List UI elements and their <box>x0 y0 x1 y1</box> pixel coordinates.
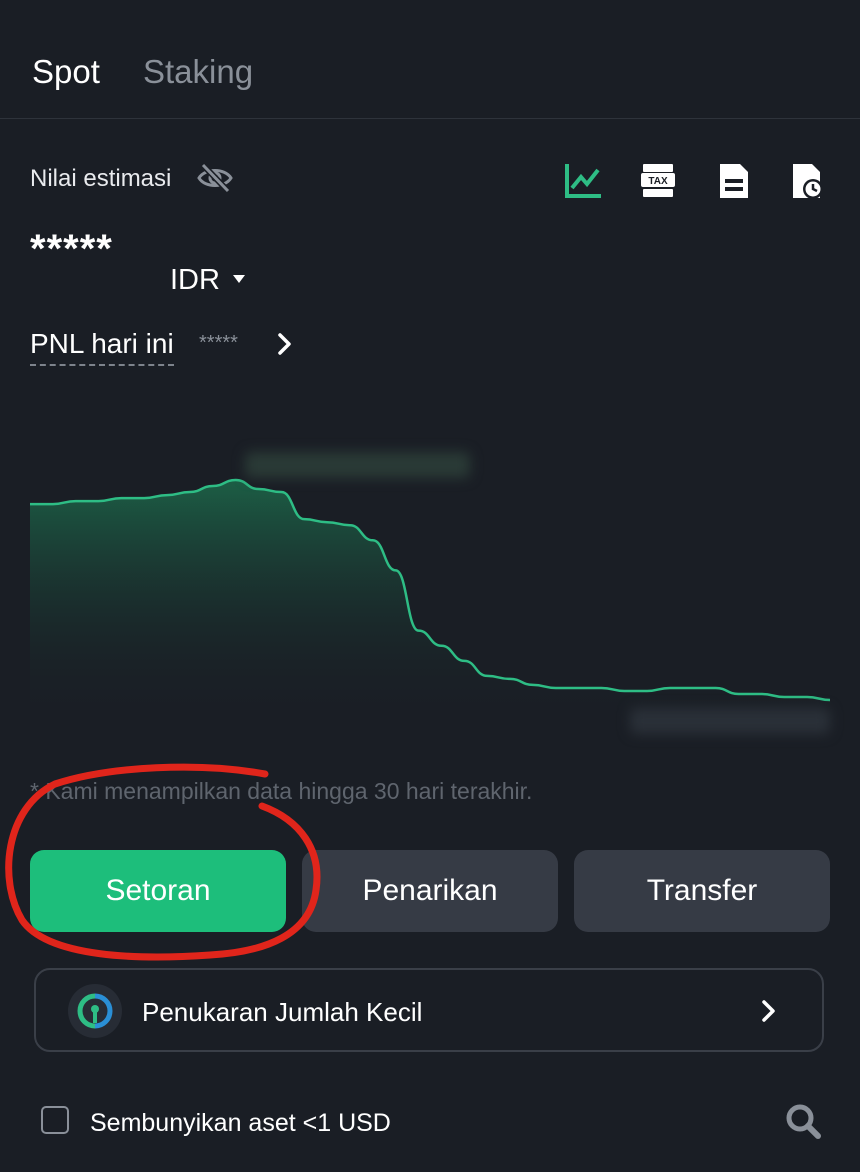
dust-conversion-row[interactable]: Penukaran Jumlah Kecil <box>34 968 824 1052</box>
eye-off-icon[interactable] <box>196 162 234 194</box>
hide-small-assets-checkbox[interactable] <box>41 1106 69 1134</box>
tab-staking[interactable]: Staking <box>143 52 253 92</box>
account-tabs: Spot Staking <box>0 0 860 119</box>
pnl-today-value: ***** <box>199 332 238 354</box>
document-icon[interactable] <box>714 160 754 202</box>
asset-chart <box>30 400 831 745</box>
chart-icon[interactable] <box>563 160 603 202</box>
chevron-right-icon[interactable] <box>276 332 294 356</box>
currency-selector[interactable]: IDR <box>170 262 220 298</box>
withdraw-button[interactable]: Penarikan <box>302 850 558 932</box>
history-icon[interactable] <box>788 160 828 202</box>
svg-text:TAX: TAX <box>648 176 668 187</box>
tax-icon[interactable]: TAX <box>638 160 678 202</box>
estimated-value-label: Nilai estimasi <box>30 165 172 192</box>
caret-down-icon[interactable] <box>232 274 246 284</box>
chart-max-label-blurred <box>245 452 470 478</box>
chart-min-label-blurred <box>630 708 830 734</box>
pnl-today-label[interactable]: PNL hari ini <box>30 326 174 366</box>
deposit-button[interactable]: Setoran <box>30 850 286 932</box>
tab-spot[interactable]: Spot <box>32 52 100 92</box>
hide-small-assets-label: Sembunyikan aset <1 USD <box>90 1109 391 1137</box>
balance-value: ***** <box>30 227 113 271</box>
chevron-right-icon <box>762 1000 775 1022</box>
dust-conversion-label: Penukaran Jumlah Kecil <box>142 997 423 1027</box>
dust-icon <box>68 984 122 1038</box>
chart-note: * Kami menampilkan data hingga 30 hari t… <box>30 778 533 804</box>
transfer-button[interactable]: Transfer <box>574 850 830 932</box>
search-icon[interactable] <box>784 1102 822 1140</box>
